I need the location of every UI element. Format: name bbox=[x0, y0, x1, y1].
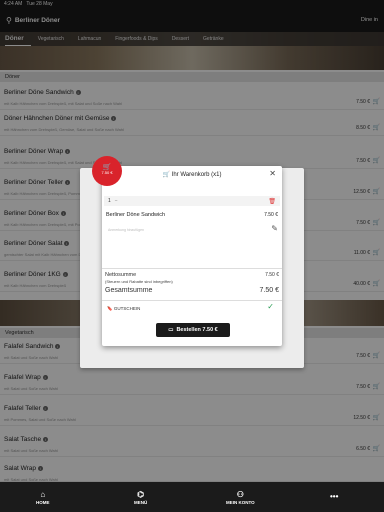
net-total-label: Nettosumme bbox=[105, 272, 137, 278]
tab-more[interactable]: ••• bbox=[330, 492, 338, 502]
net-total-note: (Steuern und Rabatte sind inbegriffen) bbox=[105, 279, 173, 284]
badge-total: 7.50 € bbox=[101, 170, 113, 175]
cart-item-name: Berliner Döne Sandwich bbox=[106, 212, 166, 218]
account-icon: ⚇ bbox=[236, 489, 244, 499]
order-button-label: Bestellen 7.50 € bbox=[176, 327, 218, 333]
home-icon: ⌂ bbox=[40, 489, 46, 499]
bookmark-icon: 🔖 bbox=[107, 306, 113, 311]
cart-total-badge: 🛒 7.50 € bbox=[94, 158, 120, 184]
voucher-label: GUTSCHEIN bbox=[113, 306, 141, 311]
order-button[interactable]: ▭ Bestellen 7.50 € bbox=[156, 323, 230, 337]
cart-icon: 🛒 bbox=[162, 172, 170, 178]
cart-item-price: 7.50 € bbox=[264, 212, 278, 218]
cart-line-item: Berliner Döne Sandwich 7.50 € bbox=[106, 212, 278, 218]
tab-account[interactable]: ⚇ MEIN KONTO bbox=[226, 490, 255, 505]
grand-total-row: Gesamtsumme 7.50 € bbox=[105, 287, 279, 294]
tab-account-label: MEIN KONTO bbox=[226, 499, 255, 505]
grand-total-label: Gesamtsumme bbox=[105, 287, 153, 294]
quantity-value: 1 bbox=[108, 198, 111, 204]
bottom-tab-bar: ⌂ HOME ⌬ MENÜ ⚇ MEIN KONTO ••• bbox=[0, 482, 384, 512]
edit-icon[interactable]: ✎ bbox=[271, 224, 278, 233]
cart-title-text: Ihr Warenkorb (x1) bbox=[171, 172, 222, 178]
voucher-button[interactable]: 🔖 GUTSCHEIN bbox=[107, 306, 140, 312]
divider bbox=[102, 300, 282, 301]
cart-title: 🛒 Ihr Warenkorb (x1) bbox=[102, 171, 282, 178]
net-total-row: Nettosumme (Steuern und Rabatte sind inb… bbox=[105, 272, 279, 284]
net-total-value: 7.50 € bbox=[265, 272, 279, 278]
wallet-icon: ▭ bbox=[168, 327, 174, 333]
cart-modal: 🛒 Ihr Warenkorb (x1) ✕ 1 − 🗑 Berliner Dö… bbox=[102, 166, 282, 346]
trash-icon[interactable]: 🗑 bbox=[268, 198, 276, 205]
tab-home-label: HOME bbox=[36, 499, 50, 505]
divider bbox=[102, 268, 282, 269]
grand-total-value: 7.50 € bbox=[259, 287, 279, 294]
tab-menu-label: MENÜ bbox=[134, 499, 148, 505]
more-icon: ••• bbox=[330, 492, 339, 501]
tag-icon: ⌬ bbox=[137, 489, 145, 499]
note-field[interactable]: Anmerkung hinzufügen bbox=[108, 228, 144, 232]
quantity-row: 1 − 🗑 bbox=[104, 196, 280, 206]
checkmark-icon: ✓ bbox=[267, 302, 274, 311]
tab-home[interactable]: ⌂ HOME bbox=[36, 490, 50, 505]
quantity-decrease-button[interactable]: − bbox=[115, 198, 118, 204]
tab-menu[interactable]: ⌬ MENÜ bbox=[134, 490, 147, 505]
close-icon[interactable]: ✕ bbox=[269, 169, 276, 178]
